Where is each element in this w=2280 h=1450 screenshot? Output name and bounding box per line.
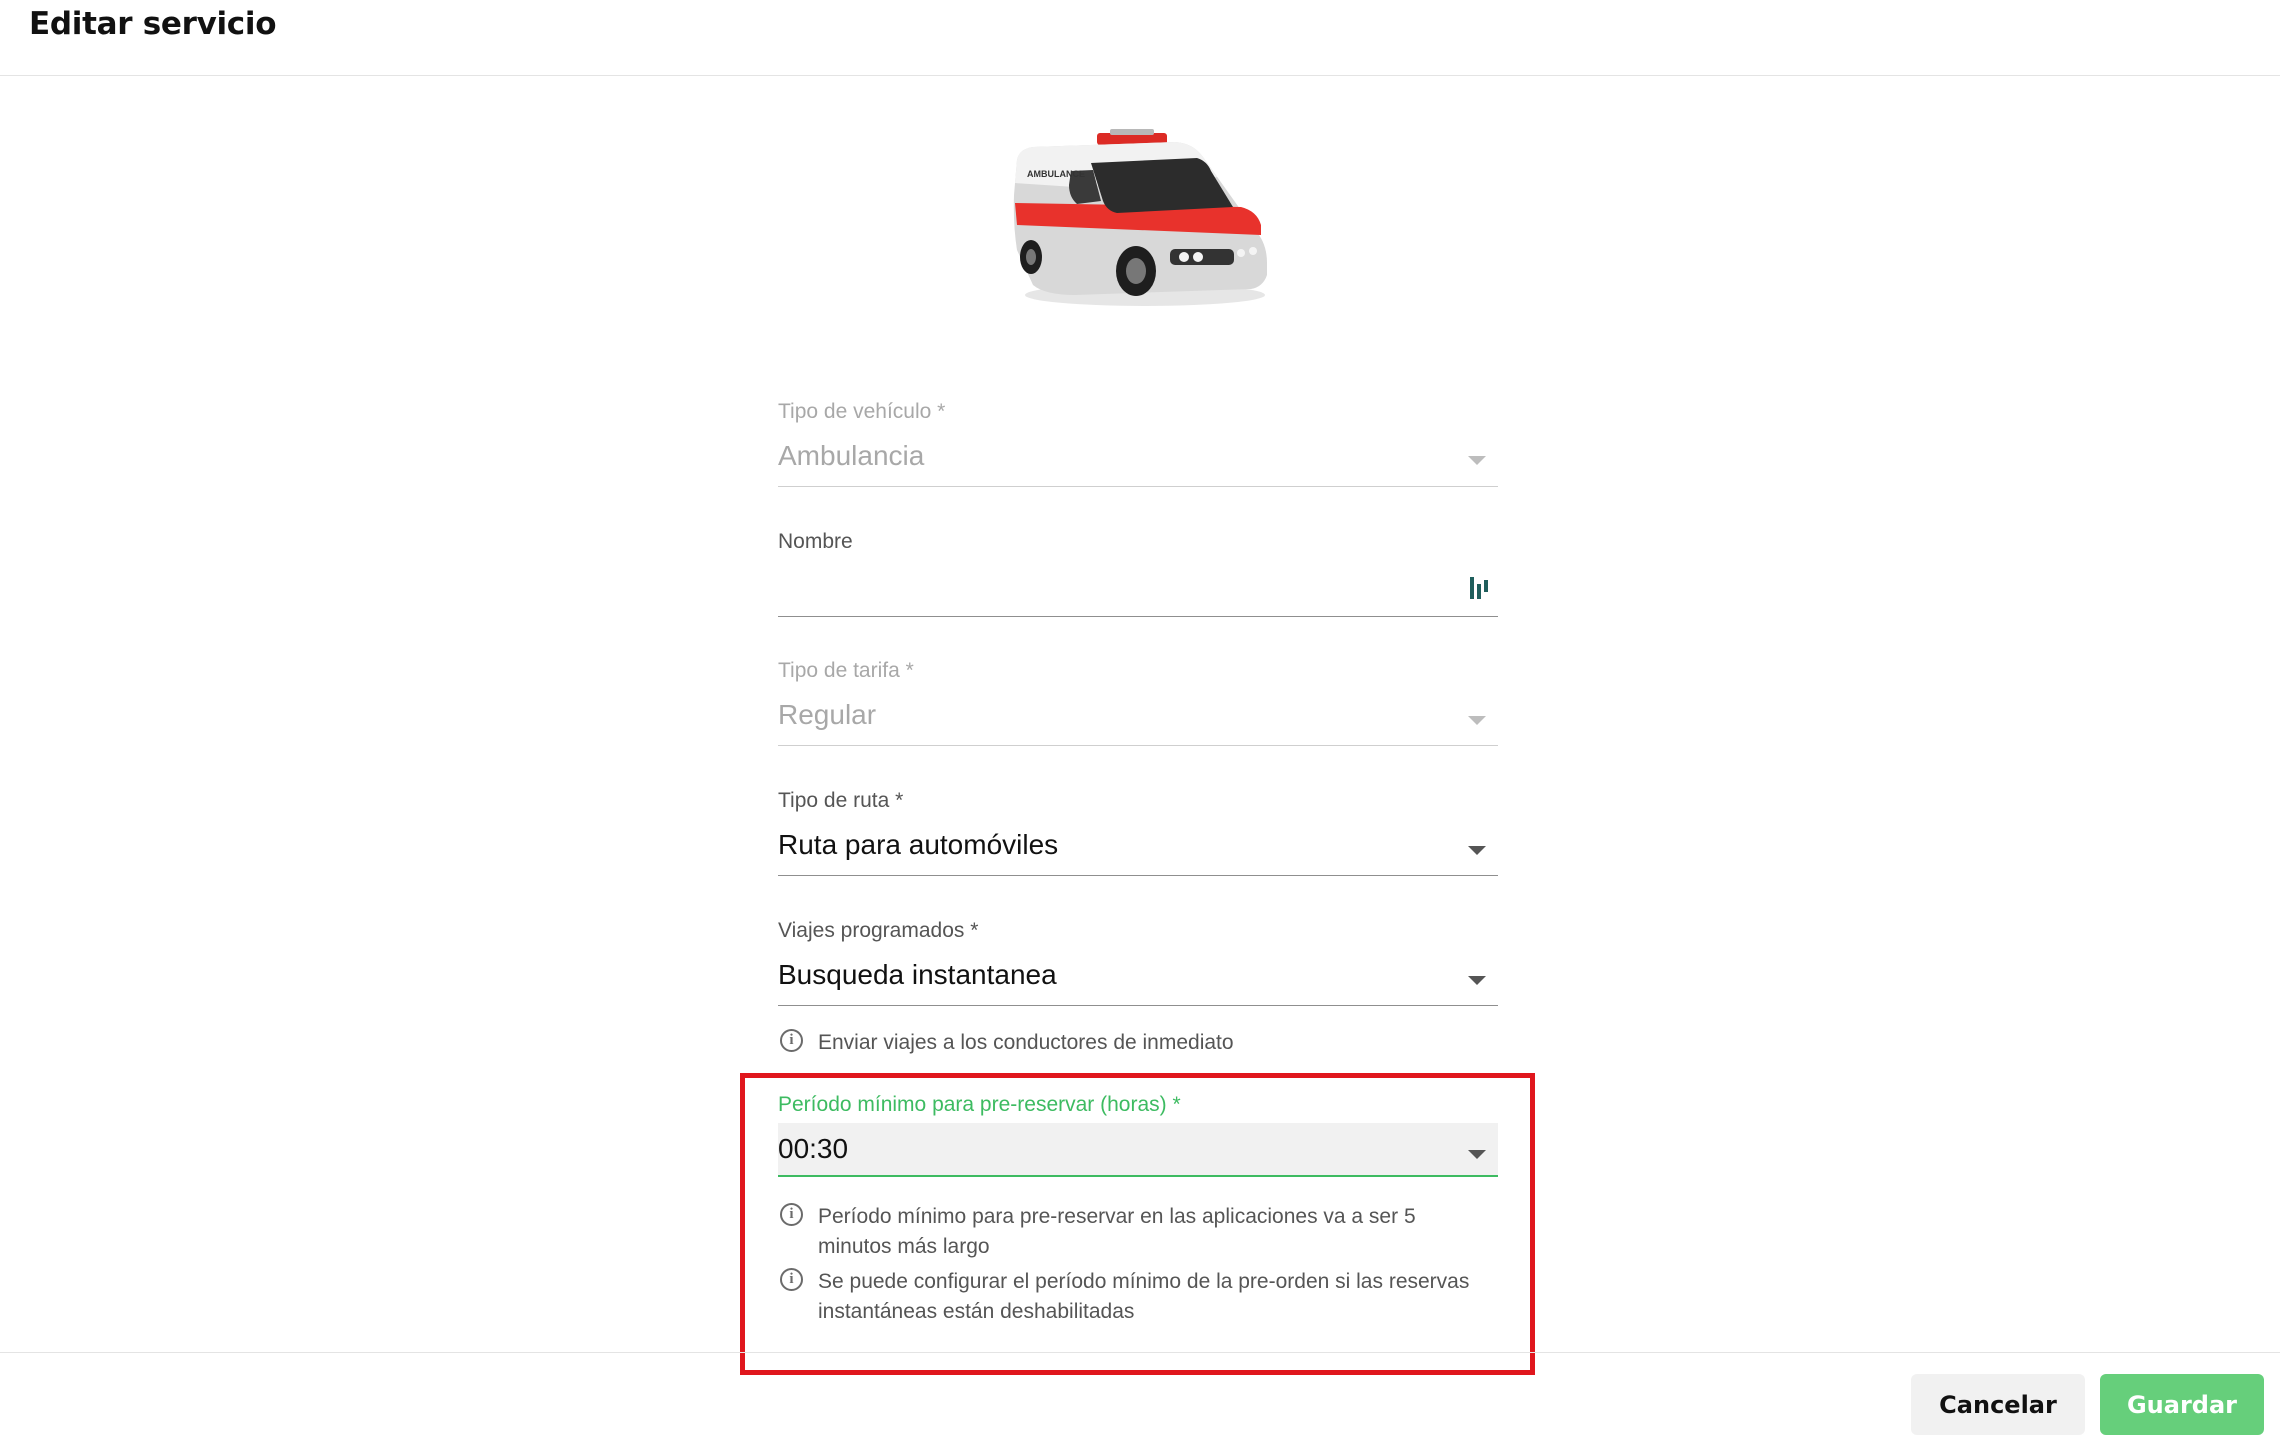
min-preorder-label: Período mínimo para pre-reservar (horas)… — [778, 1093, 1181, 1116]
hint-text: Se puede configurar el período mínimo de… — [818, 1270, 1470, 1323]
chevron-down-icon[interactable] — [1468, 1150, 1486, 1159]
hint-text: Enviar viajes a los conductores de inmed… — [818, 1031, 1234, 1054]
tariff-type-value: Regular — [778, 699, 877, 730]
info-icon: i — [780, 1203, 803, 1226]
min-preorder-value[interactable]: 00:30 — [778, 1133, 848, 1165]
min-preorder-hint: i Período mínimo para pre-reservar en la… — [778, 1203, 1498, 1263]
footer-divider — [0, 1352, 2280, 1353]
field-underline — [778, 616, 1498, 617]
name-field[interactable]: Nombre — [778, 530, 1498, 620]
ambulance-body-text: AMBULANCE — [1027, 169, 1085, 179]
page-title: Editar servicio — [29, 6, 277, 42]
scheduled-trips-value[interactable]: Busqueda instantanea — [778, 959, 1057, 991]
field-underline-focused — [778, 1175, 1498, 1177]
scheduled-trips-select[interactable]: Viajes programados * Busqueda instantane… — [778, 919, 1498, 1009]
vehicle-type-select: Tipo de vehículo * Ambulancia — [778, 400, 1498, 490]
scheduled-trips-label: Viajes programados * — [778, 919, 979, 942]
save-button[interactable]: Guardar — [2100, 1374, 2264, 1435]
field-underline — [778, 875, 1498, 876]
scheduled-trips-hint: i Enviar viajes a los conductores de inm… — [778, 1029, 1498, 1059]
field-underline — [778, 1005, 1498, 1006]
cancel-button[interactable]: Cancelar — [1911, 1374, 2085, 1435]
field-underline — [778, 486, 1498, 487]
tariff-type-select: Tipo de tarifa * Regular — [778, 659, 1498, 749]
route-type-label: Tipo de ruta * — [778, 789, 904, 812]
password-manager-icon[interactable] — [1468, 574, 1490, 602]
min-preorder-select[interactable]: Período mínimo para pre-reservar (horas)… — [778, 1093, 1498, 1183]
tariff-type-label: Tipo de tarifa * — [778, 659, 914, 682]
chevron-down-icon — [1468, 716, 1486, 725]
chevron-down-icon[interactable] — [1468, 846, 1486, 855]
field-underline — [778, 745, 1498, 746]
chevron-down-icon — [1468, 456, 1486, 465]
min-preorder-hint: i Se puede configurar el período mínimo … — [778, 1268, 1498, 1328]
vehicle-type-label: Tipo de vehículo * — [778, 400, 946, 423]
info-icon: i — [780, 1029, 803, 1052]
hint-text: Período mínimo para pre-reservar en las … — [818, 1205, 1416, 1258]
route-type-select[interactable]: Tipo de ruta * Ruta para automóviles — [778, 789, 1498, 879]
info-icon: i — [780, 1268, 803, 1291]
vehicle-type-value: Ambulancia — [778, 440, 925, 471]
route-type-value[interactable]: Ruta para automóviles — [778, 829, 1058, 861]
chevron-down-icon[interactable] — [1468, 976, 1486, 985]
name-label: Nombre — [778, 530, 853, 553]
header: Editar servicio — [0, 0, 2280, 76]
ambulance-image: AMBULANCE — [1013, 129, 1267, 306]
